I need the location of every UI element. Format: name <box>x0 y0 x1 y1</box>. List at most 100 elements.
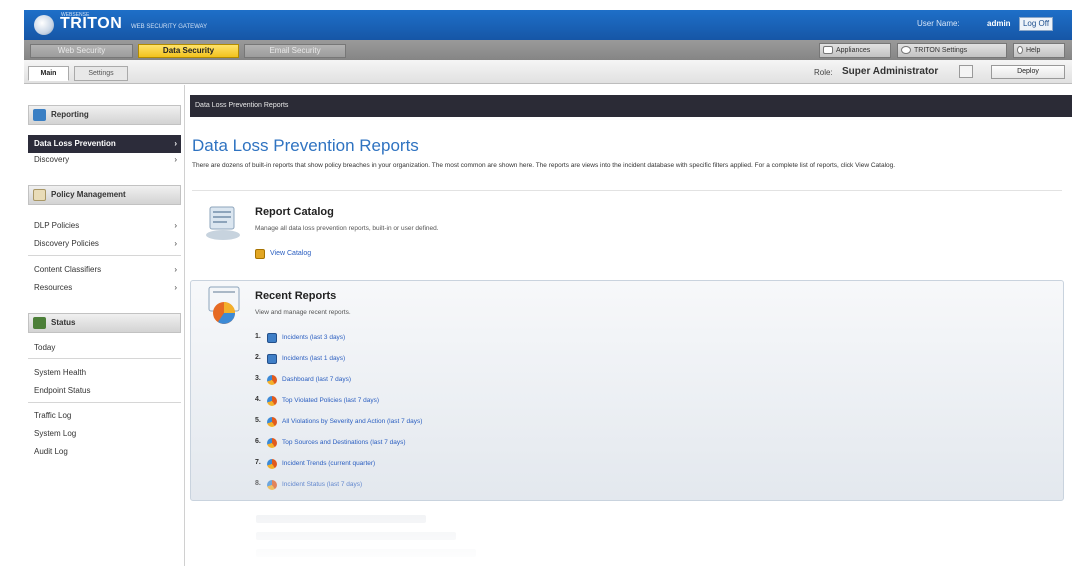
app-window: WEBSENSE TRITON WEB SECURITY GATEWAY Use… <box>24 10 1072 566</box>
sidebar-item-system-health[interactable]: System Health <box>28 364 181 382</box>
report-number: 5. <box>255 417 261 424</box>
pie-chart-report-icon <box>267 438 277 448</box>
log-off-button[interactable]: Log Off <box>1019 17 1053 31</box>
report-number: 4. <box>255 396 261 403</box>
user-name-value: admin <box>987 19 1011 28</box>
logo-subtitle: WEB SECURITY GATEWAY <box>131 24 208 30</box>
sidebar-section-label: Reporting <box>51 110 89 119</box>
grid-report-icon <box>267 354 277 364</box>
report-link[interactable]: Incidents (last 1 days) <box>282 354 345 364</box>
tab-main[interactable]: Main <box>28 66 69 81</box>
sidebar-section-label: Policy Management <box>51 190 126 199</box>
reporting-icon <box>33 109 46 121</box>
sidebar-item-label: Traffic Log <box>34 411 72 420</box>
top-header: WEBSENSE TRITON WEB SECURITY GATEWAY Use… <box>24 10 1072 40</box>
triton-logo: TRITON <box>60 15 123 32</box>
pie-chart-report-icon <box>267 459 277 469</box>
sidebar-item-traffic-log[interactable]: Traffic Log <box>28 407 181 425</box>
breadcrumb: Data Loss Prevention Reports <box>190 95 1072 117</box>
sidebar-item-label: Discovery Policies <box>34 239 99 248</box>
sidebar-section-label: Status <box>51 318 76 327</box>
pie-chart-report-icon <box>267 480 277 490</box>
sidebar-item-discovery-policies[interactable]: Discovery Policies › <box>28 235 181 253</box>
report-link[interactable]: Incidents (last 3 days) <box>282 333 345 343</box>
report-catalog-title: Report Catalog <box>255 206 334 218</box>
report-number: 7. <box>255 459 261 466</box>
sidebar-item-audit-log[interactable]: Audit Log <box>28 443 181 461</box>
help-label: Help <box>1026 47 1041 54</box>
websense-logo-icon <box>34 15 54 35</box>
sidebar-item-discovery[interactable]: Discovery › <box>28 151 181 169</box>
sidebar-item-content-classifiers[interactable]: Content Classifiers › <box>28 261 181 279</box>
settings-icon <box>901 46 911 55</box>
report-link[interactable]: Incident Status (last 7 days) <box>282 480 362 490</box>
chevron-right-icon: › <box>174 283 177 292</box>
sub-toolbar: Main Settings Role: Super Administrator … <box>24 60 1072 84</box>
role-label: Role: <box>814 68 833 77</box>
sidebar-section-status[interactable]: Status <box>28 313 181 333</box>
sidebar-item-label: Discovery <box>34 155 70 164</box>
sidebar-item-today[interactable]: Today <box>28 339 181 357</box>
view-catalog-link[interactable]: View Catalog <box>270 250 311 257</box>
chevron-right-icon: › <box>174 239 177 248</box>
deploy-button[interactable]: Deploy <box>991 65 1065 79</box>
report-number: 1. <box>255 333 261 340</box>
sidebar-section-reporting[interactable]: Reporting <box>28 105 181 125</box>
page-title: Data Loss Prevention Reports <box>192 136 419 155</box>
report-link[interactable]: Dashboard (last 7 days) <box>282 375 351 385</box>
sidebar-item-system-log[interactable]: System Log <box>28 425 181 443</box>
module-tab-data-security[interactable]: Data Security <box>138 44 239 58</box>
sidebar-divider <box>28 255 181 256</box>
report-number: 6. <box>255 438 261 445</box>
sidebar-item-label: Content Classifiers <box>34 265 102 274</box>
sidebar-item-label: Today <box>34 343 56 352</box>
report-number: 2. <box>255 354 261 361</box>
sidebar-item-label: System Log <box>34 429 77 438</box>
report-link[interactable]: Top Violated Policies (last 7 days) <box>282 396 379 406</box>
sidebar-section-policy-management[interactable]: Policy Management <box>28 185 181 205</box>
appliances-button[interactable]: Appliances <box>819 43 891 58</box>
sidebar-divider <box>28 402 181 403</box>
pie-chart-report-icon <box>267 396 277 406</box>
module-tab-web-security[interactable]: Web Security <box>30 44 133 58</box>
triton-settings-button[interactable]: TRITON Settings <box>897 43 1007 58</box>
role-value: Super Administrator <box>842 66 939 77</box>
recent-reports-description: View and manage recent reports. <box>255 309 351 316</box>
appliances-label: Appliances <box>836 47 871 54</box>
sidebar-item-dlp-policies[interactable]: DLP Policies › <box>28 217 181 235</box>
sidebar-item-label: Resources <box>34 283 73 292</box>
module-tab-email-security[interactable]: Email Security <box>244 44 346 58</box>
sidebar-item-label: Data Loss Prevention <box>34 139 116 148</box>
user-name-label: User Name: <box>917 19 960 28</box>
triton-settings-label: TRITON Settings <box>914 47 968 54</box>
catalog-link-icon[interactable] <box>255 249 265 259</box>
tab-settings[interactable]: Settings <box>74 66 128 81</box>
sidebar-item-label: Endpoint Status <box>34 386 91 395</box>
report-link[interactable]: Incident Trends (current quarter) <box>282 459 375 469</box>
report-link[interactable]: All Violations by Severity and Action (l… <box>282 417 422 427</box>
page-description: There are dozens of built-in reports tha… <box>192 162 896 169</box>
sidebar: Reporting Data Loss Prevention › Discover… <box>24 85 185 566</box>
chevron-right-icon: › <box>174 265 177 274</box>
report-catalog-description: Manage all data loss prevention reports,… <box>255 225 439 232</box>
report-link[interactable]: Top Sources and Destinations (last 7 day… <box>282 438 406 448</box>
appliances-icon <box>823 46 833 55</box>
sidebar-item-endpoint-status[interactable]: Endpoint Status <box>28 382 181 400</box>
sidebar-divider <box>28 358 181 359</box>
help-button[interactable]: Help <box>1013 43 1065 58</box>
help-icon <box>1017 46 1023 55</box>
recent-reports-title: Recent Reports <box>255 290 337 302</box>
sidebar-item-label: System Health <box>34 368 87 377</box>
sidebar-item-label: Audit Log <box>34 447 68 456</box>
sidebar-item-resources[interactable]: Resources › <box>28 279 181 297</box>
report-number: 8. <box>255 480 261 487</box>
chevron-right-icon: › <box>174 221 177 230</box>
sidebar-item-label: DLP Policies <box>34 221 80 230</box>
chevron-right-icon: › <box>174 155 177 164</box>
grid-report-icon <box>267 333 277 343</box>
report-catalog-icon <box>206 206 240 240</box>
reflection-fade <box>190 505 1064 566</box>
switch-role-icon[interactable] <box>959 65 973 78</box>
recent-reports-icon <box>208 286 240 324</box>
section-divider <box>192 190 1062 191</box>
